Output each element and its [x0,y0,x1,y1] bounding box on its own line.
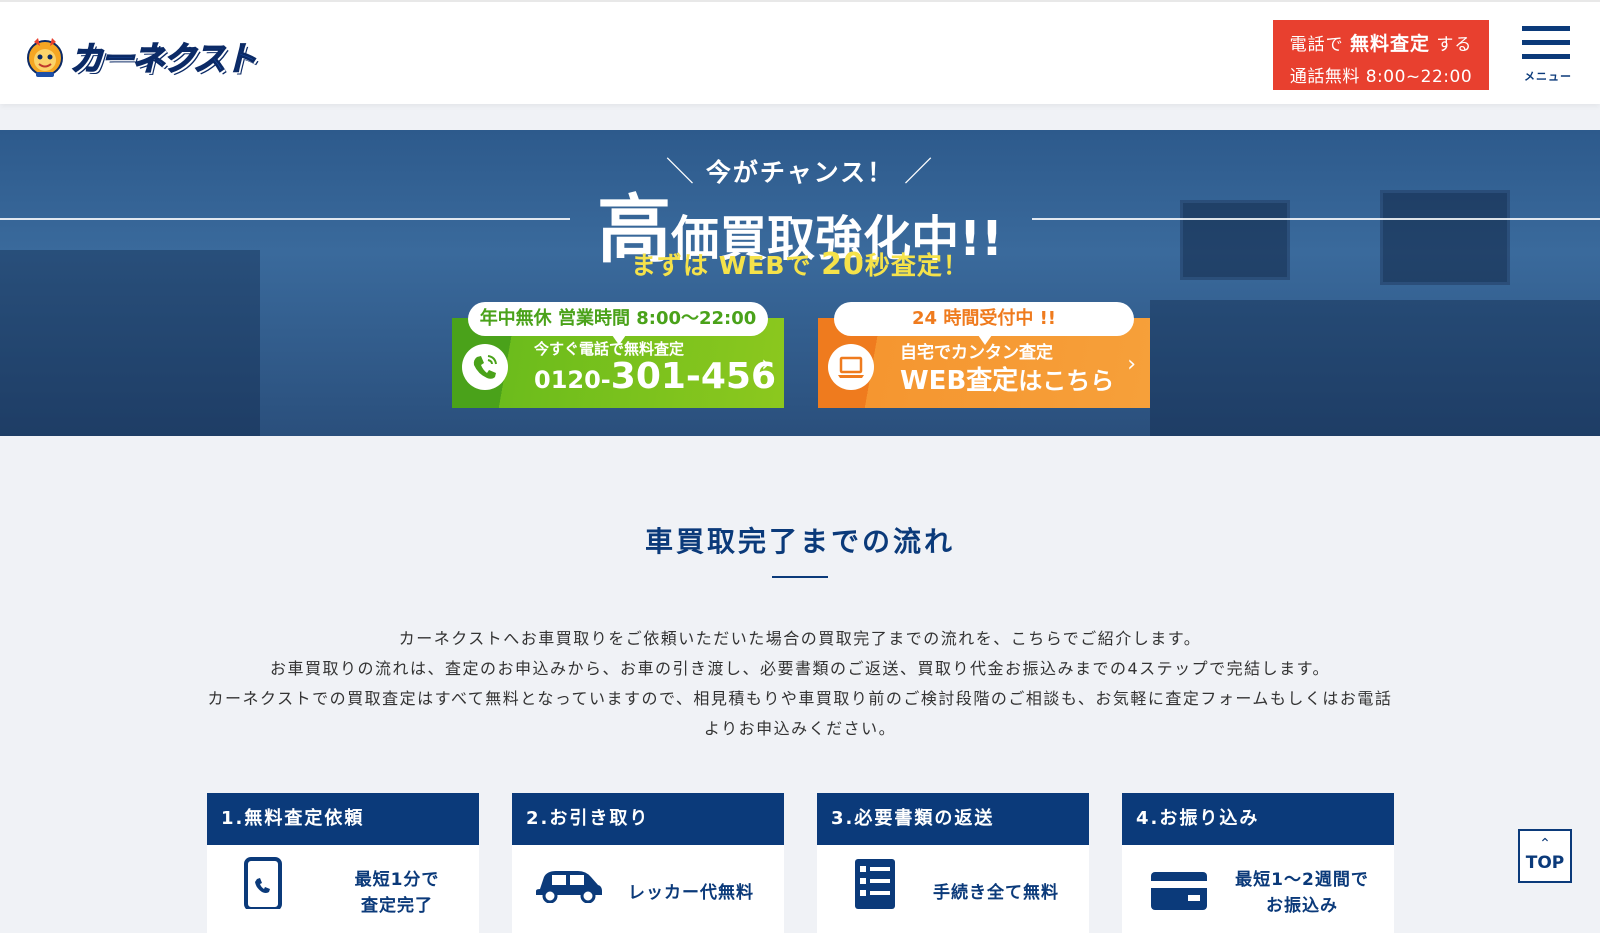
smartphone-icon [243,857,283,913]
site-logo[interactable]: カーネクスト [24,32,258,80]
intro-line: カーネクストへお車買取りをご依頼いただいた場合の買取完了までの流れを、こちらでご… [398,629,1202,648]
car-icon [534,863,604,907]
step-text-line1: 最短1分で [354,870,440,890]
back-to-top-label: TOP [1525,853,1565,873]
office-desk [1150,300,1600,436]
step-title: 1.無料査定依頼 [207,793,479,845]
step-text-line2: 査定完了 [361,896,433,916]
section-intro: カーネクストへお車買取りをご依頼いただいた場合の買取完了までの流れを、こちらでご… [200,624,1400,744]
step-card-2: 2.お引き取り レッカー代無料 [512,793,784,933]
web-quote-cta-button[interactable]: 自宅でカンタン査定 WEB査定はこちら › 24 時間受付中 !! [818,302,1150,408]
web-cta-main: WEB査定はこちら [900,360,1114,397]
phone-icon [462,344,508,390]
step-text-line2: お振込み [1266,896,1338,916]
hamburger-icon-bar [1522,54,1570,59]
menu-label: メニュー [1524,70,1572,83]
phone-number: 0120-301-456 [534,356,776,397]
step-text-line1: 最短1〜2週間で [1235,870,1369,890]
phone-number-prefix: 0120- [534,366,611,394]
sub-post: 秒査定！ [864,251,969,280]
phone-button-strong: 無料査定 [1349,33,1430,55]
phone-button-line1: 電話で 無料査定 する [1273,29,1489,56]
step-text: 手続き全て無料 [921,867,1071,906]
step-card-4: 4.お振り込み 最短1〜2週間で お振込み [1122,793,1394,933]
credit-card-icon [1150,871,1208,915]
logo-text: カーネクスト [69,38,258,79]
site-header: カーネクスト 電話で 無料査定 する 通話無料 8:00~22:00 メニュー [0,0,1600,104]
step-title: 2.お引き取り [512,793,784,845]
intro-line: よりお申込みください。 [703,719,897,738]
hamburger-icon-bar [1522,40,1570,45]
step-title: 4.お振り込み [1122,793,1394,845]
step-text: 最短1分で 査定完了 [327,867,467,919]
hamburger-icon [1522,26,1570,31]
step-text: レッカー代無料 [616,867,766,906]
phone-cta-hours-badge: 年中無休 営業時間 8:00〜22:00 [468,302,768,345]
intro-line: カーネクストでの買取査定はすべて無料となっていますので、相見積もりや車買取り前の… [207,689,1393,708]
step-card-3: 3.必要書類の返送 手続き全て無料 [817,793,1089,933]
phone-button-hours: 通話無料 8:00~22:00 [1289,67,1473,87]
intro-line: お車買取りの流れは、査定のお申込みから、お車の引き渡し、必要書類のご返送、買取り… [269,659,1331,678]
mascot-icon [24,34,66,78]
laptop-icon [828,344,874,390]
chevron-right-icon: › [761,352,770,377]
checklist-icon [853,857,897,913]
chevron-right-icon: › [1127,352,1136,377]
hero-subheadline: まずは WEBで 20秒査定！ [0,246,1600,282]
section-title: 車買取完了までの流れ [644,525,955,558]
phone-button-suffix: する [1436,35,1473,55]
chevron-up-icon: ⌃ [1539,836,1551,852]
title-underline [772,576,828,578]
step-title: 3.必要書類の返送 [817,793,1089,845]
menu-button[interactable]: メニュー [1522,26,1574,84]
step-text-line1: 手続き全て無料 [933,883,1059,903]
web-cta-24h-badge: 24 時間受付中 !! [834,302,1134,345]
step-text-line1: レッカー代無料 [628,883,754,903]
phone-button-prefix: 電話で [1289,35,1344,55]
step-text: 最短1〜2週間で お振込み [1222,867,1382,919]
web-cta-main-a: WEB査定 [900,366,1019,396]
phone-cta-button[interactable]: 今すぐ電話で無料査定 0120-301-456 › 年中無休 営業時間 8:00… [452,302,784,408]
phone-free-quote-button[interactable]: 電話で 無料査定 する 通話無料 8:00~22:00 [1273,20,1489,90]
sub-number: 20 [821,247,865,282]
sub-pre: まずは WEBで [631,251,822,280]
phone-number-main: 301-456 [610,356,776,397]
web-cta-main-b: はこちら [1018,367,1115,395]
back-to-top-button[interactable]: ⌃ TOP [1518,829,1572,883]
hero-banner: ＼ 今がチャンス！／ 高価買取強化中!! まずは WEBで 20秒査定！ 今すぐ電… [0,130,1600,436]
step-card-1: 1.無料査定依頼 最短1分で 査定完了 [207,793,479,933]
